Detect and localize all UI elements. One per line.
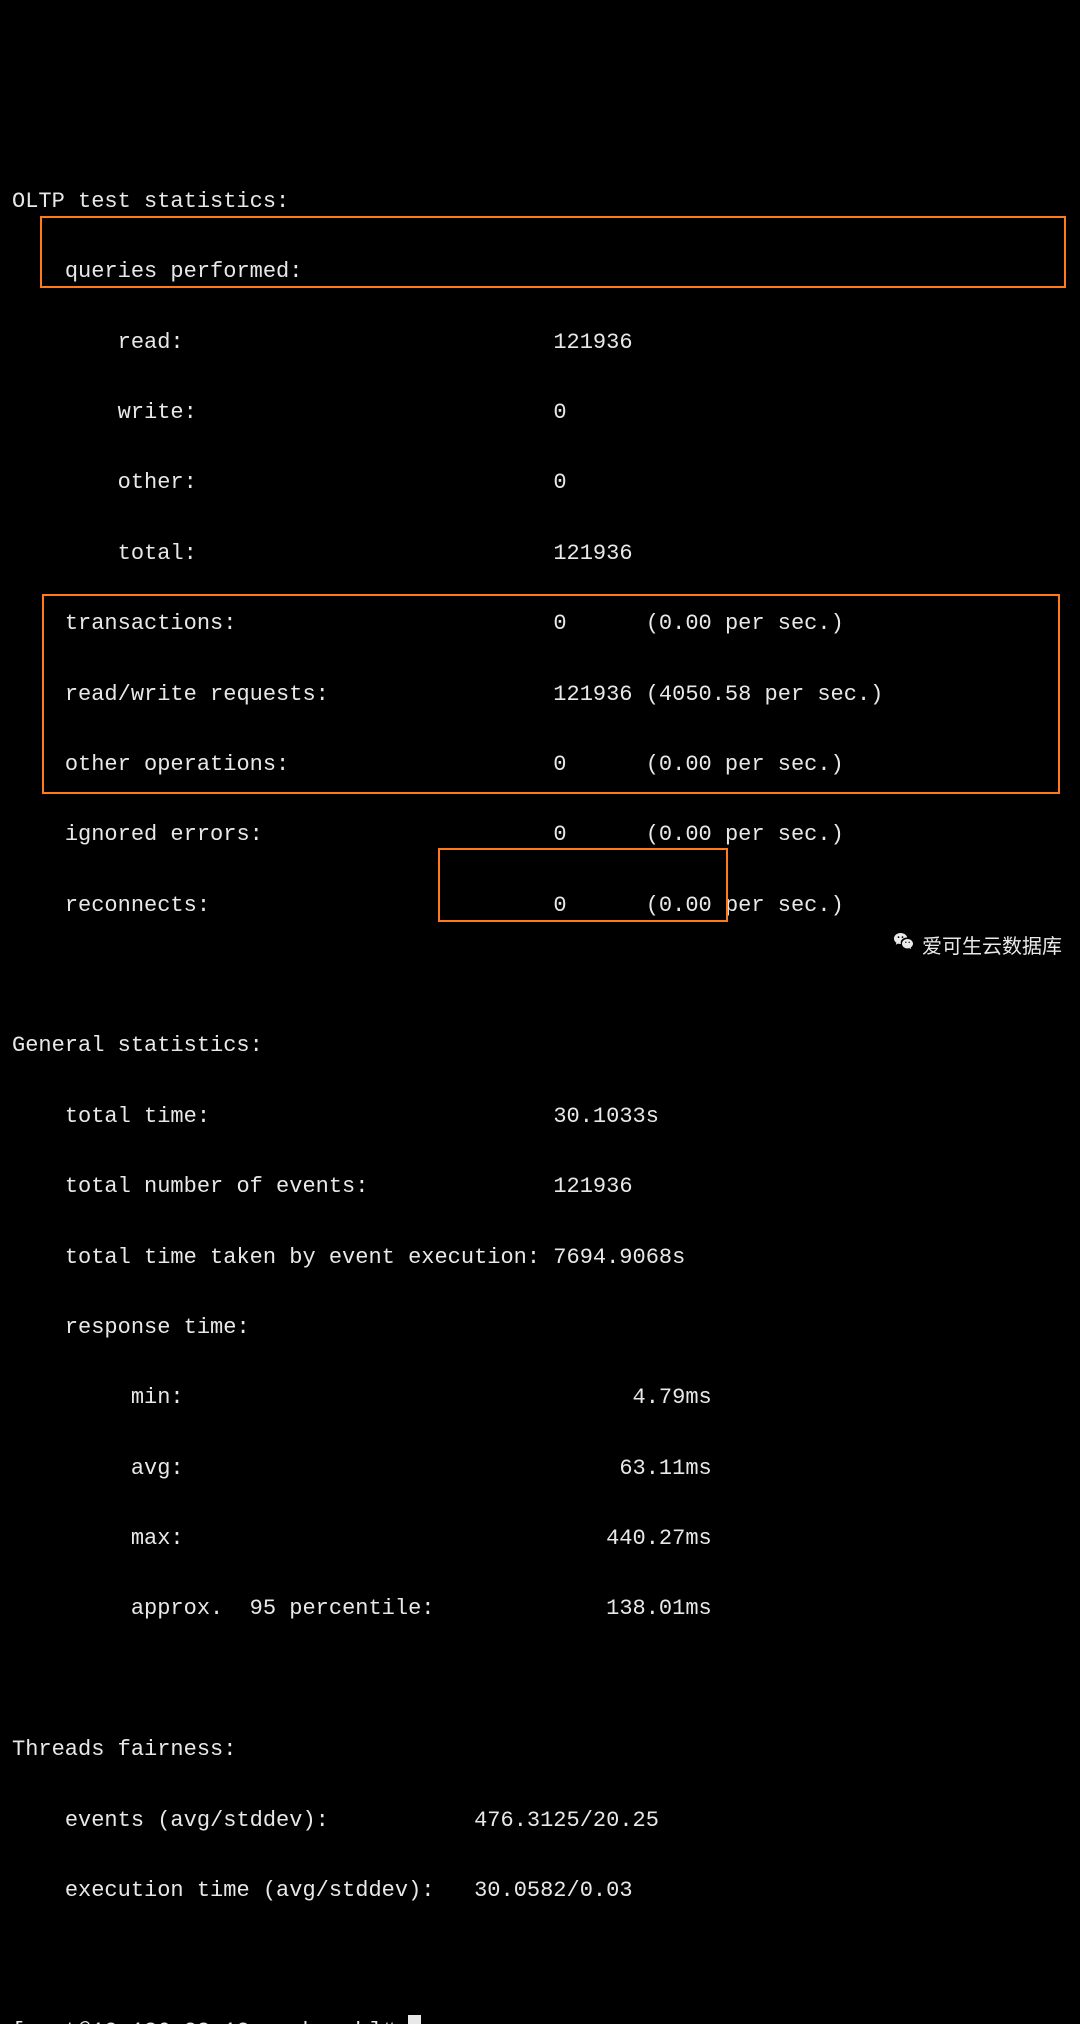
- general-header: General statistics:: [12, 1033, 263, 1058]
- rw-label: read/write requests:: [65, 682, 329, 707]
- reconnects-label: reconnects:: [65, 893, 210, 918]
- threads-header: Threads fairness:: [12, 1737, 236, 1762]
- events-label: events (avg/stddev):: [65, 1808, 329, 1833]
- other-label: other:: [118, 470, 197, 495]
- p95-label: approx. 95 percentile:: [131, 1596, 435, 1621]
- other-value: 0: [553, 470, 566, 495]
- total-events-label: total number of events:: [65, 1174, 369, 1199]
- ignored-value: 0: [553, 822, 566, 847]
- events-value: 476.3125/20.25: [474, 1808, 659, 1833]
- otherops-label: other operations:: [65, 752, 289, 777]
- response-header: response time:: [65, 1315, 250, 1340]
- ignored-rate: (0.00 per sec.): [646, 822, 844, 847]
- transactions-rate: (0.00 per sec.): [646, 611, 844, 636]
- transactions-label: transactions:: [65, 611, 237, 636]
- ignored-label: ignored errors:: [65, 822, 263, 847]
- min-label: min:: [131, 1385, 184, 1410]
- max-value: 440.27ms: [606, 1526, 712, 1551]
- write-label: write:: [118, 400, 197, 425]
- total-time-label: total time:: [65, 1104, 210, 1129]
- avg-label: avg:: [131, 1456, 184, 1481]
- total-time-value: 30.1033s: [553, 1104, 659, 1129]
- wechat-icon: [892, 930, 916, 964]
- cursor-icon: [408, 2015, 421, 2024]
- p95-value: 138.01ms: [606, 1596, 712, 1621]
- terminal-output: OLTP test statistics: queries performed:…: [12, 149, 1068, 2024]
- transactions-value: 0: [553, 611, 566, 636]
- total-exec-label: total time taken by event execution:: [65, 1245, 540, 1270]
- oltp-header: OLTP test statistics:: [12, 189, 289, 214]
- otherops-value: 0: [553, 752, 566, 777]
- otherops-rate: (0.00 per sec.): [646, 752, 844, 777]
- watermark: 爱可生云数据库: [892, 930, 1062, 964]
- exec-label: execution time (avg/stddev):: [65, 1878, 435, 1903]
- reconnects-rate: (0.00 per sec.): [646, 893, 844, 918]
- watermark-text: 爱可生云数据库: [922, 931, 1062, 963]
- queries-header: queries performed:: [65, 259, 303, 284]
- write-value: 0: [553, 400, 566, 425]
- exec-value: 30.0582/0.03: [474, 1878, 632, 1903]
- read-value: 121936: [553, 330, 632, 355]
- total-exec-value: 7694.9068s: [553, 1245, 685, 1270]
- rw-value: 121936: [553, 682, 632, 707]
- max-label: max:: [131, 1526, 184, 1551]
- rw-rate: (4050.58 per sec.): [646, 682, 884, 707]
- avg-value: 63.11ms: [619, 1456, 711, 1481]
- read-label: read:: [118, 330, 184, 355]
- total-value: 121936: [553, 541, 632, 566]
- min-value: 4.79ms: [633, 1385, 712, 1410]
- total-events-value: 121936: [553, 1174, 632, 1199]
- shell-prompt[interactable]: [root@10-186-23-12 sysbench]#: [12, 2019, 408, 2024]
- total-label: total:: [118, 541, 197, 566]
- reconnects-value: 0: [553, 893, 566, 918]
